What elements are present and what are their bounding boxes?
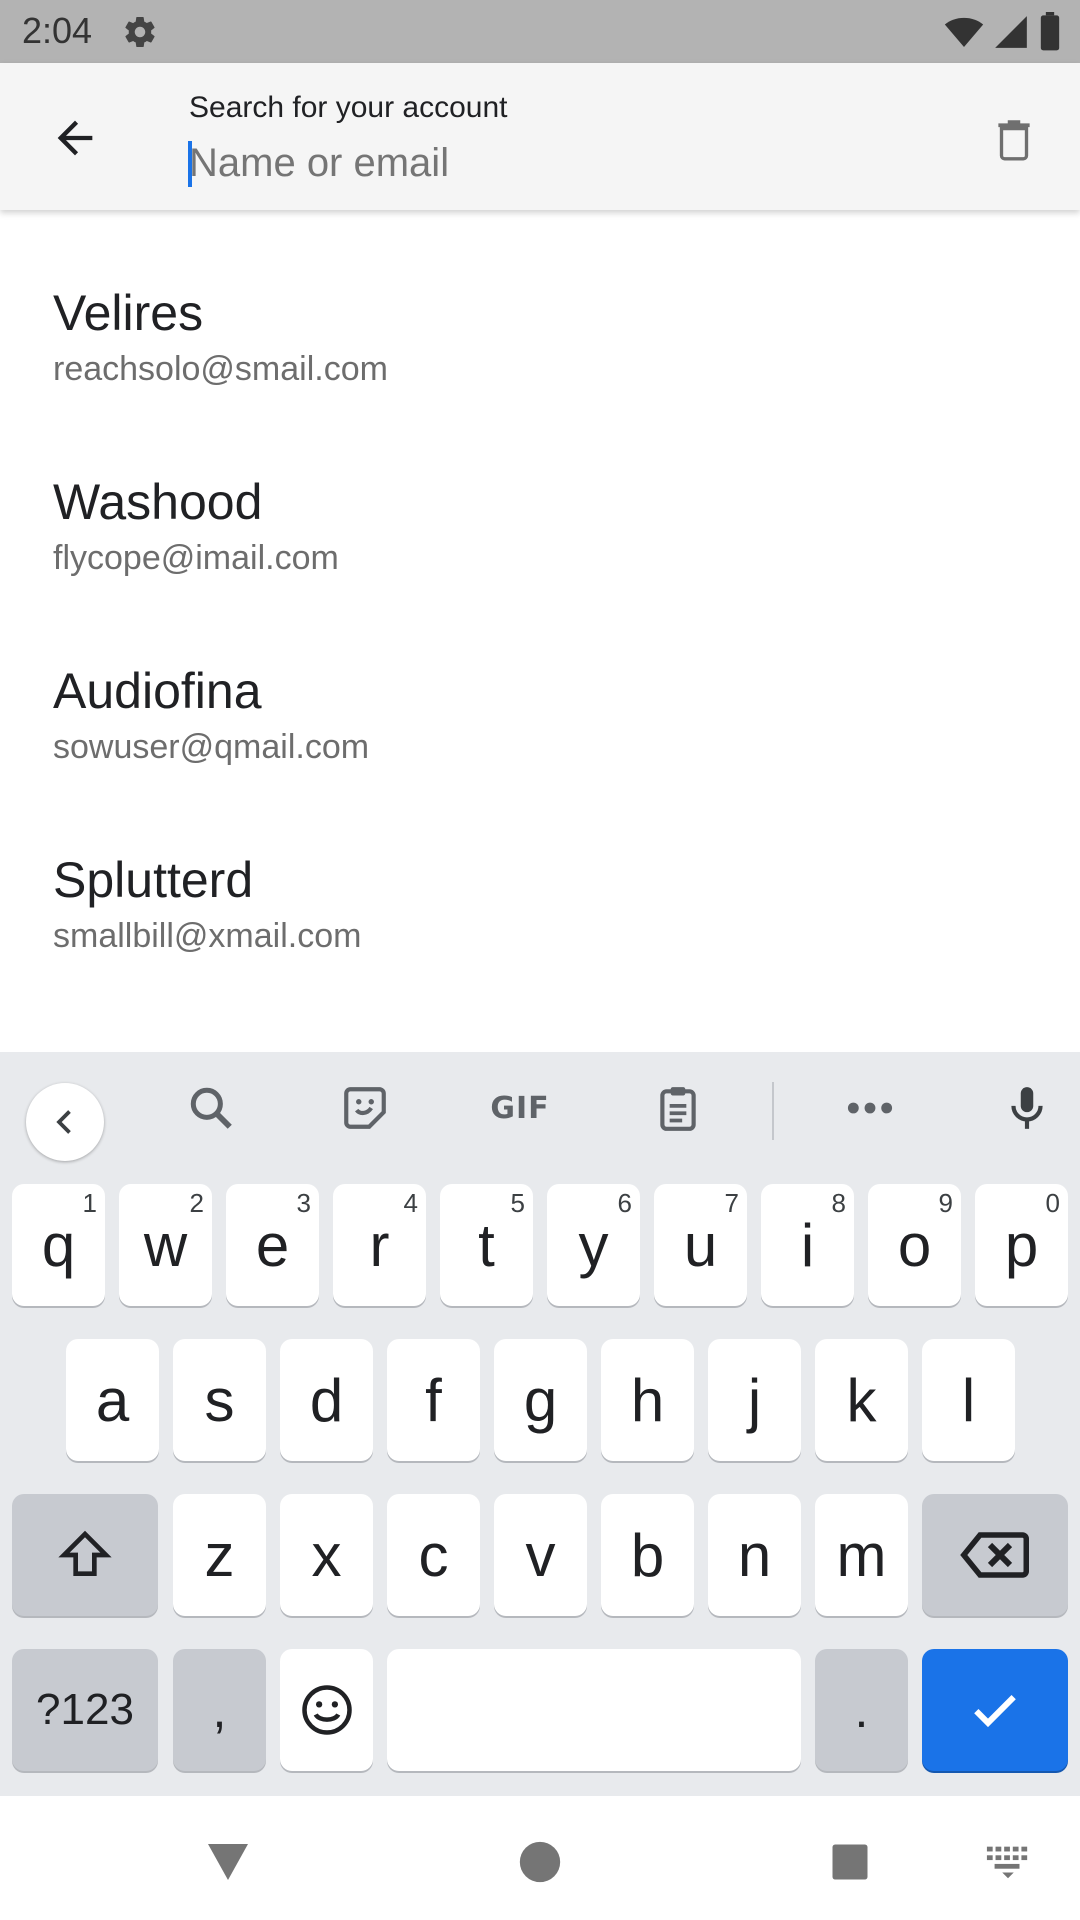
navigation-bar	[0, 1796, 1080, 1920]
key-a[interactable]: a	[66, 1339, 159, 1461]
key-j[interactable]: j	[708, 1339, 801, 1461]
list-item[interactable]: Velires reachsolo@smail.com	[0, 210, 1080, 399]
emoji-key[interactable]	[280, 1649, 373, 1771]
search-icon	[190, 1087, 232, 1129]
keyboard-search-button[interactable]	[181, 1078, 241, 1138]
search-input[interactable]	[189, 133, 949, 193]
account-name: Velires	[53, 285, 204, 341]
backspace-icon	[960, 1532, 1029, 1578]
key-b[interactable]: b	[601, 1494, 694, 1616]
collapse-toolbar-button[interactable]	[26, 1083, 104, 1161]
key-o[interactable]: o9	[868, 1184, 961, 1306]
sticker-button[interactable]	[335, 1078, 395, 1138]
soft-keyboard: GIF q1 w2 e3 r4 t5 y6 u7 i8 o9 p0 a s d …	[0, 1052, 1080, 1796]
account-name: Splutterd	[53, 852, 254, 908]
status-bar: 2:04	[0, 0, 1080, 63]
account-email: smallbill@xmail.com	[53, 917, 362, 955]
status-time: 2:04	[22, 10, 93, 51]
key-t[interactable]: t5	[440, 1184, 533, 1306]
list-item[interactable]: Splutterd smallbill@xmail.com	[0, 777, 1080, 966]
back-triangle-icon	[208, 1844, 248, 1880]
sticker-icon	[344, 1087, 386, 1129]
key-v[interactable]: v	[494, 1494, 587, 1616]
shift-key[interactable]	[12, 1494, 158, 1616]
wifi-icon	[944, 12, 984, 57]
mic-icon	[1011, 1087, 1043, 1129]
clear-button[interactable]	[982, 107, 1046, 171]
nav-recents-button[interactable]	[820, 1832, 880, 1892]
list-item[interactable]: Audiofina sowuser@qmail.com	[0, 588, 1080, 777]
checkmark-icon	[974, 1695, 1016, 1728]
gif-label: GIF	[490, 1090, 550, 1126]
account-name: Washood	[53, 474, 263, 530]
text-caret	[188, 141, 192, 187]
key-z[interactable]: z	[173, 1494, 266, 1616]
home-circle-icon	[519, 1841, 561, 1883]
comma-key[interactable]: ,	[173, 1649, 266, 1771]
key-w[interactable]: w2	[119, 1184, 212, 1306]
key-e[interactable]: e3	[226, 1184, 319, 1306]
key-l[interactable]: l	[922, 1339, 1015, 1461]
key-q[interactable]: q1	[12, 1184, 105, 1306]
clipboard-button[interactable]	[648, 1078, 708, 1138]
space-key[interactable]	[387, 1649, 801, 1771]
key-g[interactable]: g	[494, 1339, 587, 1461]
more-button[interactable]	[840, 1078, 900, 1138]
key-x[interactable]: x	[280, 1494, 373, 1616]
key-y[interactable]: y6	[547, 1184, 640, 1306]
search-label: Search for your account	[189, 91, 508, 124]
emoji-icon	[301, 1685, 352, 1735]
keyboard-switch-button[interactable]	[978, 1832, 1038, 1892]
arrow-back-icon	[57, 120, 93, 156]
period-key[interactable]: .	[815, 1649, 908, 1771]
voice-input-button[interactable]	[997, 1078, 1057, 1138]
keyboard-switch-icon	[986, 1846, 1028, 1879]
key-s[interactable]: s	[173, 1339, 266, 1461]
key-h[interactable]: h	[601, 1339, 694, 1461]
key-k[interactable]: k	[815, 1339, 908, 1461]
key-c[interactable]: c	[387, 1494, 480, 1616]
account-email: reachsolo@smail.com	[53, 350, 388, 388]
key-u[interactable]: u7	[654, 1184, 747, 1306]
clipboard-icon	[660, 1087, 696, 1131]
more-icon	[847, 1102, 893, 1114]
nav-back-button[interactable]	[198, 1832, 258, 1892]
enter-key[interactable]	[922, 1649, 1068, 1771]
list-item-partial[interactable]	[0, 966, 1080, 1052]
account-name: Audiofina	[53, 663, 262, 719]
signal-icon	[992, 13, 1030, 56]
screen: 2:04 Search for your account Name or ema…	[0, 0, 1080, 1920]
key-i[interactable]: i8	[761, 1184, 854, 1306]
key-f[interactable]: f	[387, 1339, 480, 1461]
trash-icon	[998, 120, 1030, 161]
symbols-key[interactable]: ?123	[12, 1649, 158, 1771]
recents-square-icon	[832, 1844, 868, 1880]
list-item[interactable]: Washood flycope@imail.com	[0, 399, 1080, 588]
status-icons	[944, 12, 1062, 57]
shift-icon	[58, 1530, 112, 1576]
account-email: sowuser@qmail.com	[53, 728, 370, 766]
toolbar-divider	[772, 1082, 774, 1140]
account-email: flycope@imail.com	[53, 539, 339, 577]
key-m[interactable]: m	[815, 1494, 908, 1616]
key-d[interactable]: d	[280, 1339, 373, 1461]
key-r[interactable]: r4	[333, 1184, 426, 1306]
battery-icon	[1038, 12, 1062, 57]
key-n[interactable]: n	[708, 1494, 801, 1616]
settings-icon	[122, 14, 158, 50]
backspace-key[interactable]	[922, 1494, 1068, 1616]
account-list: Velires reachsolo@smail.com Washood flyc…	[0, 210, 1080, 1052]
key-p[interactable]: p0	[975, 1184, 1068, 1306]
back-button[interactable]	[40, 103, 110, 173]
chevron-left-icon	[56, 1110, 71, 1134]
search-header: Search for your account	[0, 63, 1080, 210]
nav-home-button[interactable]	[510, 1832, 570, 1892]
keyboard-toolbar: GIF	[0, 1052, 1080, 1167]
gif-button[interactable]: GIF	[470, 1078, 570, 1138]
